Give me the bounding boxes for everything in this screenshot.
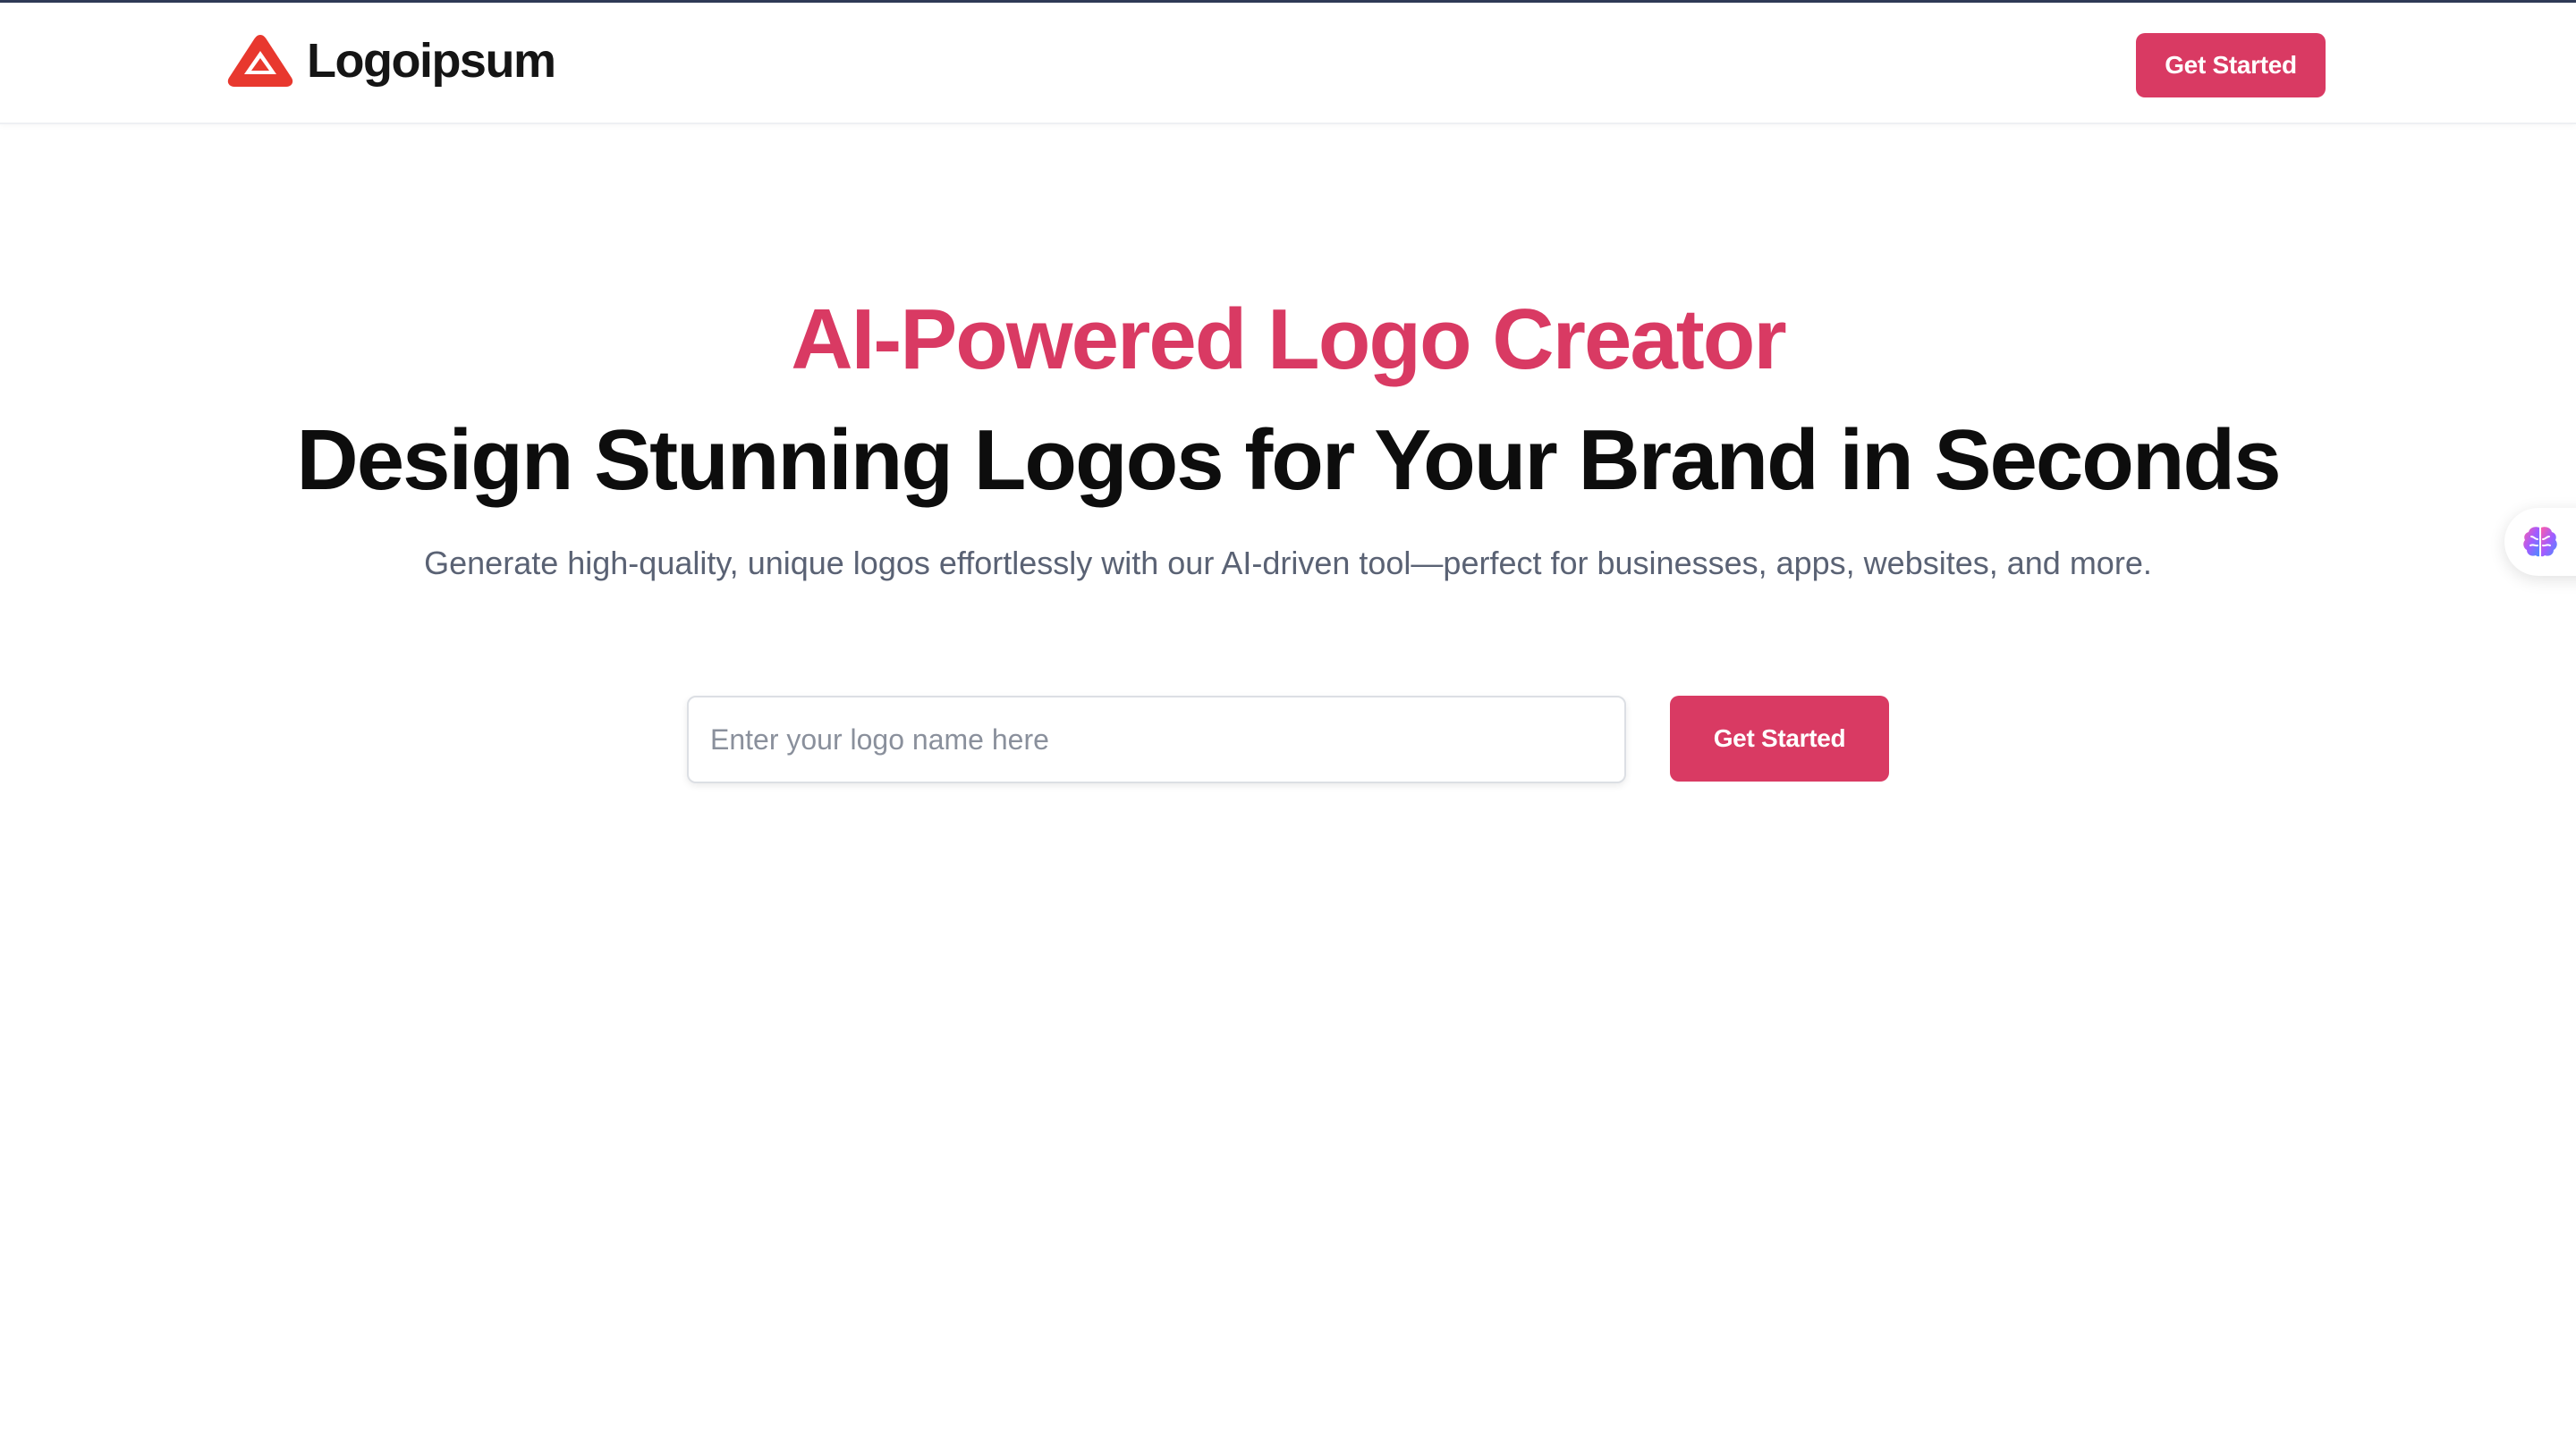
ai-assistant-widget[interactable] [2504, 508, 2576, 576]
hero-eyebrow: AI-Powered Logo Creator [791, 292, 1786, 387]
navbar: Logoipsum Get Started [0, 3, 2576, 124]
hero-title: Design Stunning Logos for Your Brand in … [296, 412, 2281, 508]
page: Logoipsum Get Started AI-Powered Logo Cr… [0, 0, 2576, 1454]
hero-subtitle: Generate high-quality, unique logos effo… [424, 545, 2152, 581]
nav-get-started-button[interactable]: Get Started [2136, 33, 2326, 97]
brand-name: Logoipsum [307, 34, 556, 88]
hero-get-started-button[interactable]: Get Started [1670, 696, 1889, 782]
logo-name-input[interactable] [687, 696, 1626, 783]
triangle-logo-icon [227, 35, 293, 87]
brain-icon [2523, 527, 2557, 557]
brand-logo[interactable]: Logoipsum [226, 33, 556, 89]
